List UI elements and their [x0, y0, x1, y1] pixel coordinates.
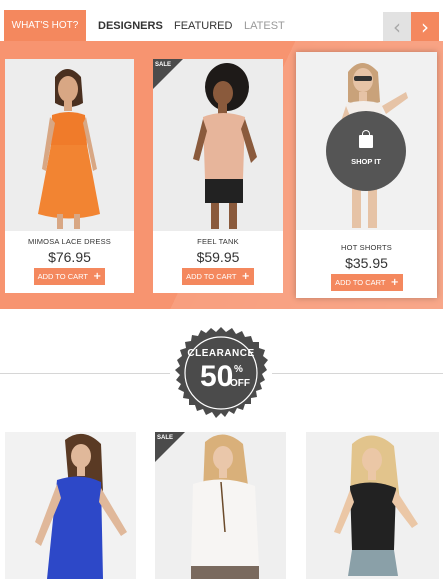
product-card[interactable]: SALE FEEL TANK $59.95 ADD TO CART +	[153, 59, 283, 293]
divider	[272, 373, 443, 374]
divider	[0, 373, 170, 374]
sale-badge: SALE	[155, 62, 172, 68]
category-tabs: WHAT'S HOT? DESIGNERS FEATURED LATEST	[0, 10, 443, 42]
product-price: $76.95	[48, 249, 91, 265]
add-to-cart-button[interactable]: ADD TO CART +	[331, 274, 403, 291]
product-card[interactable]	[306, 432, 439, 579]
shopping-bag-icon	[359, 130, 373, 148]
product-card[interactable]: SALE	[155, 432, 286, 579]
clearance-badge[interactable]: CLEARANCE 50 % OFF	[174, 326, 268, 420]
product-price: $59.95	[196, 249, 240, 265]
tab-whats-hot[interactable]: WHAT'S HOT?	[4, 10, 86, 42]
tab-featured[interactable]: FEATURED	[174, 10, 232, 42]
clearance-number: 50	[200, 360, 234, 393]
product-name[interactable]: FEEL TANK	[153, 237, 283, 246]
sale-badge: SALE	[157, 435, 174, 441]
product-card[interactable]: MIMOSA LACE DRESS $76.95 ADD TO CART +	[5, 59, 134, 293]
plus-icon: +	[241, 271, 250, 282]
chevron-left-icon: ‹	[393, 15, 401, 39]
clearance-percent: %	[234, 364, 243, 375]
product-card[interactable]	[5, 432, 136, 579]
product-image[interactable]	[306, 432, 439, 579]
tab-designers[interactable]: DESIGNERS	[98, 10, 163, 42]
shop-it-button[interactable]: SHOP IT	[326, 111, 406, 191]
carousel-next-button[interactable]: ›	[411, 12, 439, 42]
chevron-right-icon: ›	[421, 15, 429, 39]
product-image[interactable]	[5, 59, 134, 231]
product-price: $35.95	[345, 255, 388, 271]
clearance-title: CLEARANCE	[187, 348, 255, 359]
add-to-cart-button[interactable]: ADD TO CART +	[34, 268, 105, 285]
tab-latest[interactable]: LATEST	[244, 10, 285, 42]
add-to-cart-button[interactable]: ADD TO CART +	[182, 268, 254, 285]
product-image[interactable]: SALE	[153, 59, 283, 231]
plus-icon: +	[93, 271, 102, 282]
product-name[interactable]: MIMOSA LACE DRESS	[5, 237, 134, 246]
product-name[interactable]: HOT SHORTS	[296, 243, 437, 252]
shop-it-label: SHOP IT	[351, 157, 381, 166]
carousel-prev-button[interactable]: ‹	[383, 12, 411, 42]
clearance-off: OFF	[230, 378, 250, 389]
plus-icon: +	[390, 277, 399, 288]
product-image[interactable]	[5, 432, 136, 579]
